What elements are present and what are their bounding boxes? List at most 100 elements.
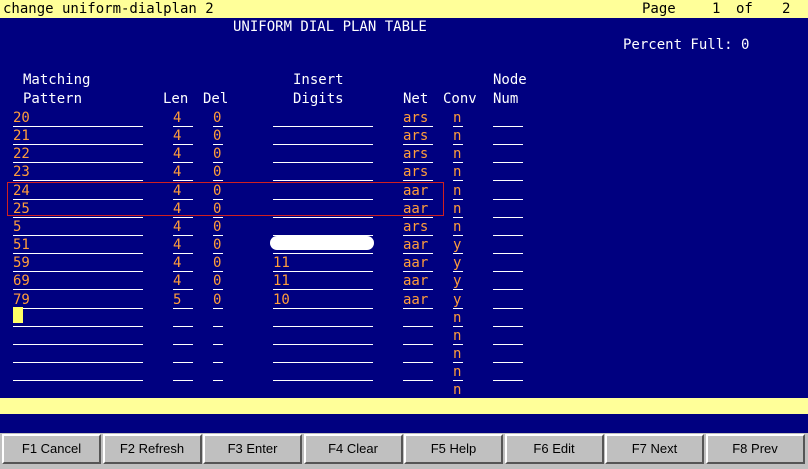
field-conv[interactable]: n [453,200,463,218]
field-net[interactable] [403,381,433,400]
field-node[interactable] [493,218,523,236]
fkey-7-button[interactable]: F7 Next [605,434,704,464]
field-conv[interactable]: n [453,309,463,327]
field-node[interactable] [493,236,523,255]
field-net[interactable] [403,327,433,345]
field-del[interactable] [213,363,223,382]
field-pattern[interactable]: 22 [13,145,143,164]
field-len[interactable]: 5 [173,291,193,309]
field-conv[interactable]: n [453,127,463,146]
field-insert[interactable] [273,381,373,400]
field-insert[interactable] [273,345,373,363]
field-len[interactable] [173,345,193,363]
field-conv[interactable]: n [453,327,463,345]
field-node[interactable] [493,309,523,327]
field-conv[interactable]: y [453,291,463,309]
field-del[interactable]: 0 [213,291,223,309]
field-net[interactable]: ars [403,218,433,236]
field-del[interactable]: 0 [213,272,223,291]
field-pattern[interactable]: 69 [13,272,143,291]
field-len[interactable]: 4 [173,236,193,255]
field-pattern[interactable] [13,345,143,363]
field-insert[interactable] [273,363,373,382]
field-del[interactable] [213,381,223,400]
field-pattern[interactable]: 23 [13,163,143,182]
fkey-6-button[interactable]: F6 Edit [504,434,604,464]
field-conv[interactable]: n [453,363,463,382]
field-net[interactable]: aar [403,254,433,273]
field-net[interactable] [403,345,433,363]
field-node[interactable] [493,163,523,182]
field-net[interactable]: ars [403,145,433,164]
field-len[interactable]: 4 [173,272,193,291]
field-pattern[interactable]: 5 [13,218,143,236]
field-pattern[interactable]: 79 [13,291,143,309]
field-len[interactable] [173,327,193,345]
field-conv[interactable]: n [453,163,463,182]
fkey-2-button[interactable]: F2 Refresh [102,434,202,464]
field-del[interactable] [213,345,223,363]
field-len[interactable]: 4 [173,109,193,127]
field-len[interactable]: 4 [173,145,193,164]
field-node[interactable] [493,127,523,146]
field-len[interactable]: 4 [173,163,193,182]
field-net[interactable]: ars [403,109,433,127]
field-insert[interactable] [273,145,373,164]
field-pattern[interactable]: 20 [13,109,143,127]
field-insert[interactable] [273,327,373,345]
field-node[interactable] [493,145,523,164]
field-del[interactable]: 0 [213,254,223,273]
field-conv[interactable]: y [453,254,463,273]
fkey-3-button[interactable]: F3 Enter [203,434,302,464]
field-net[interactable] [403,363,433,382]
field-insert[interactable] [273,109,373,127]
field-net[interactable]: ars [403,127,433,146]
field-insert[interactable]: 11 [273,272,373,291]
field-pattern[interactable] [13,327,143,345]
field-insert[interactable]: 10 [273,291,373,309]
field-net[interactable] [403,309,433,327]
field-node[interactable] [493,200,523,218]
field-len[interactable]: 4 [173,218,193,236]
field-conv[interactable]: n [453,345,463,363]
field-node[interactable] [493,182,523,200]
field-net[interactable]: ars [403,163,433,182]
field-node[interactable] [493,363,523,382]
field-node[interactable] [493,291,523,309]
field-insert[interactable] [273,218,373,236]
field-pattern[interactable] [13,381,143,400]
field-conv[interactable]: n [453,109,463,127]
field-del[interactable]: 0 [213,218,223,236]
field-del[interactable]: 0 [213,236,223,255]
field-len[interactable] [173,381,193,400]
field-net[interactable]: aar [403,236,433,255]
field-len[interactable] [173,309,193,327]
field-conv[interactable]: n [453,145,463,164]
field-pattern[interactable]: 59 [13,254,143,273]
field-del[interactable]: 0 [213,109,223,127]
field-pattern[interactable] [13,363,143,382]
field-conv[interactable]: y [453,272,463,291]
field-net[interactable]: aar [403,272,433,291]
field-conv[interactable]: y [453,236,463,255]
field-insert[interactable] [273,309,373,327]
field-node[interactable] [493,109,523,127]
field-node[interactable] [493,254,523,273]
field-net[interactable]: aar [403,291,433,309]
field-pattern[interactable]: 51 [13,236,143,255]
field-insert[interactable]: 11 [273,254,373,273]
field-del[interactable]: 0 [213,163,223,182]
field-len[interactable] [173,363,193,382]
field-del[interactable] [213,309,223,327]
field-del[interactable] [213,327,223,345]
field-pattern[interactable]: 21 [13,127,143,146]
field-node[interactable] [493,272,523,291]
fkey-8-button[interactable]: F8 Prev [705,434,805,464]
field-insert[interactable] [273,163,373,182]
field-conv[interactable]: n [453,182,463,200]
field-conv[interactable]: n [453,381,463,400]
field-len[interactable]: 4 [173,127,193,146]
field-del[interactable]: 0 [213,145,223,164]
field-del[interactable]: 0 [213,127,223,146]
field-insert[interactable] [273,127,373,146]
